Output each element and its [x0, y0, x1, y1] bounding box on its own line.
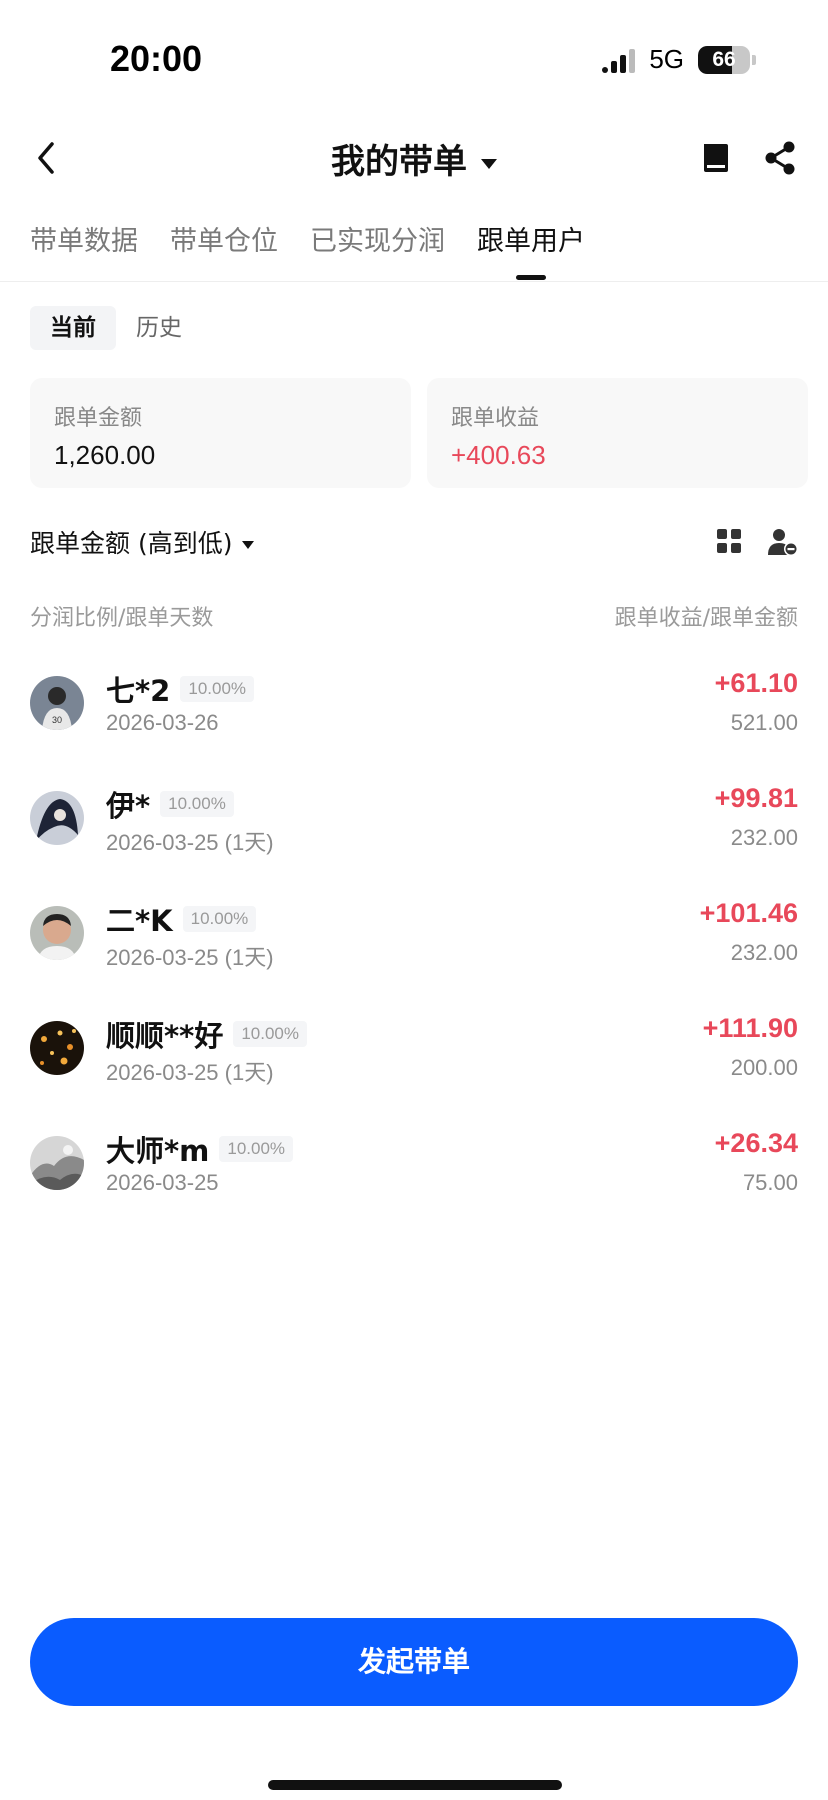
follow-profit-card: 跟单收益 +400.63 [427, 378, 808, 488]
user-name-row: 大师*m 10.00% [106, 1128, 294, 1170]
caret-down-icon [242, 541, 255, 549]
follow-amount: 232.00 [730, 825, 798, 850]
avatar: 30 [30, 676, 84, 730]
user-name-row: 二*K 10.00% [106, 898, 257, 940]
tab-lead-positions[interactable]: 带单仓位 [170, 222, 278, 262]
profit-share-ratio-tag: 10.00% [180, 676, 255, 702]
status-right: 5G 66 [602, 44, 756, 75]
follow-amount-label: 跟单金额 [54, 406, 143, 431]
user-name-row: 七*2 10.00% [106, 668, 255, 710]
profit-share-ratio-tag: 10.00% [160, 791, 234, 817]
avatar [30, 1021, 84, 1075]
subtab-current[interactable]: 当前 [30, 306, 116, 350]
user-name-row: 伊* 10.00% [106, 783, 234, 825]
column-header-left: 分润比例/跟单天数 [30, 606, 214, 631]
follow-amount-value: 1,260.00 [54, 440, 156, 470]
caret-down-icon [481, 158, 497, 169]
avatar [30, 906, 84, 960]
list-item[interactable]: 顺顺**好 10.00% 2026-03-25 (1天) +111.90 200… [30, 1013, 798, 1128]
list-item[interactable]: 二*K 10.00% 2026-03-25 (1天) +101.46 232.0… [30, 898, 798, 1013]
sort-label: 跟单金额 (高到低) [30, 529, 233, 558]
subtab-history[interactable]: 历史 [116, 306, 202, 350]
profit-share-ratio-tag: 10.00% [219, 1136, 294, 1162]
sort-row: 跟单金额 (高到低) [30, 524, 798, 564]
follow-amount: 75.00 [742, 1170, 798, 1195]
current-history-toggle: 当前 历史 [30, 306, 202, 350]
follow-amount: 232.00 [730, 940, 798, 965]
profit-share-ratio-tag: 10.00% [233, 1021, 308, 1047]
user-remove-icon[interactable] [768, 528, 798, 556]
list-item[interactable]: 30 七*2 10.00% 2026-03-26 +61.10 521.00 [30, 668, 798, 783]
page-title-text: 我的带单 [331, 142, 467, 182]
follow-date: 2026-03-25 [106, 1170, 219, 1195]
view-icons [716, 528, 798, 556]
follow-profit: +99.81 [714, 783, 798, 813]
start-lead-trade-button[interactable]: 发起带单 [30, 1618, 798, 1706]
follow-profit: +26.34 [714, 1128, 798, 1158]
user-name: 伊* [106, 789, 151, 823]
sort-dropdown[interactable]: 跟单金额 (高到低) [30, 524, 255, 564]
tab-realized-profit-share[interactable]: 已实现分润 [310, 222, 445, 262]
tab-followers[interactable]: 跟单用户 [477, 222, 585, 280]
user-name-row: 顺顺**好 10.00% [106, 1013, 308, 1055]
user-name: 顺顺**好 [106, 1019, 224, 1053]
follow-date: 2026-03-25 (1天) [106, 1060, 274, 1085]
battery-tip [752, 54, 756, 65]
battery-icon: 66 [698, 45, 750, 74]
list-column-headers: 分润比例/跟单天数 跟单收益/跟单金额 [30, 600, 798, 634]
follow-amount: 200.00 [730, 1055, 798, 1080]
svg-text:30: 30 [52, 715, 62, 725]
divider [0, 281, 828, 282]
book-icon[interactable] [698, 140, 734, 176]
follow-amount: 521.00 [730, 710, 798, 735]
signal-icon [602, 47, 636, 73]
network-label: 5G [649, 44, 684, 74]
page: 20:00 5G 66 我的带单 带单数据 带单仓位 已实现分润 跟单用户 当前… [0, 0, 828, 1800]
follow-date: 2026-03-25 (1天) [106, 945, 274, 970]
list-item[interactable]: 大师*m 10.00% 2026-03-25 +26.34 75.00 [30, 1128, 798, 1243]
follow-profit: +61.10 [714, 668, 798, 698]
follow-date: 2026-03-25 (1天) [106, 830, 274, 855]
follow-profit-value: +400.63 [451, 440, 546, 470]
user-name: 大师*m [106, 1134, 210, 1168]
follow-amount-card: 跟单金额 1,260.00 [30, 378, 411, 488]
user-name: 七*2 [106, 674, 171, 708]
list-item[interactable]: 伊* 10.00% 2026-03-25 (1天) +99.81 232.00 [30, 783, 798, 898]
follow-date: 2026-03-26 [106, 710, 219, 735]
summary-cards: 跟单金额 1,260.00 跟单收益 +400.63 [30, 378, 808, 488]
battery-level: 66 [712, 47, 736, 71]
user-name: 二*K [106, 904, 173, 938]
share-icon[interactable] [762, 140, 798, 176]
follower-list: 30 七*2 10.00% 2026-03-26 +61.10 521.00 伊… [30, 668, 798, 1243]
follow-profit: +111.90 [702, 1013, 798, 1043]
grid-view-icon[interactable] [716, 528, 742, 554]
status-time: 20:00 [110, 38, 203, 79]
avatar [30, 791, 84, 845]
follow-profit-label: 跟单收益 [451, 406, 540, 431]
tab-lead-data[interactable]: 带单数据 [30, 222, 138, 262]
column-header-right: 跟单收益/跟单金额 [614, 606, 798, 631]
avatar [30, 1136, 84, 1190]
active-tab-indicator [516, 275, 546, 280]
follow-profit: +101.46 [699, 898, 798, 928]
tab-bar: 带单数据 带单仓位 已实现分润 跟单用户 [30, 222, 585, 280]
home-indicator [268, 1780, 562, 1790]
profit-share-ratio-tag: 10.00% [182, 906, 257, 932]
